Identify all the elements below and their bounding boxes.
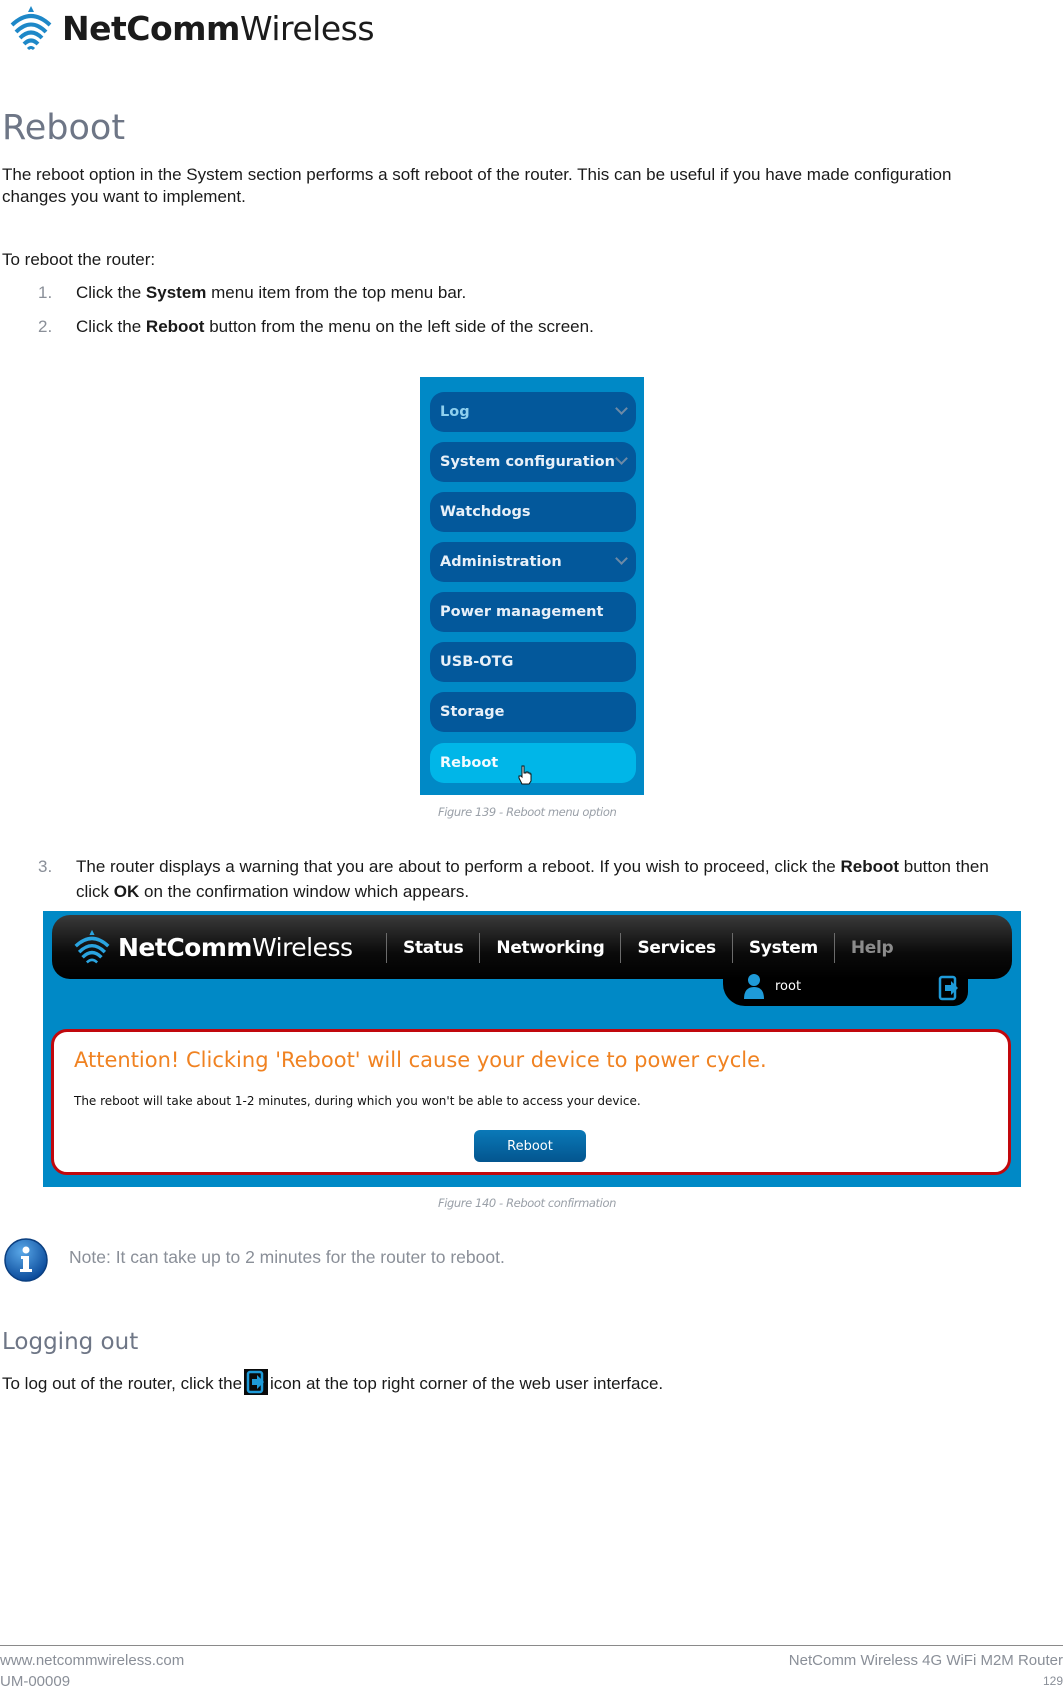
menu-item-power-management[interactable]: Power management: [430, 592, 636, 632]
footer-website: www.netcommwireless.com: [0, 1652, 185, 1669]
nav-divider: [386, 933, 387, 963]
chevron-down-icon: [615, 552, 628, 565]
user-icon: [744, 974, 764, 999]
logout-icon: [244, 1369, 269, 1395]
step-3: 3. The router displays a warning that you…: [38, 857, 989, 876]
nav-help[interactable]: Help: [851, 938, 894, 958]
wifi-logo-icon: [10, 6, 52, 51]
chevron-down-icon: [615, 402, 628, 415]
page-number: 129: [1042, 1674, 1063, 1688]
menu-item-reboot[interactable]: Reboot: [430, 743, 636, 785]
chevron-down-icon: [615, 452, 628, 465]
ui-term-reboot: Reboot: [145, 317, 205, 336]
nav-divider: [833, 933, 835, 963]
nav-divider: [620, 933, 622, 963]
section-heading-logging-out: Logging out: [2, 1329, 139, 1355]
menu-item-log[interactable]: Log: [430, 392, 636, 432]
ui-term-reboot: Reboot: [840, 857, 900, 876]
figure-139-caption: Figure 139 - Reboot menu option: [438, 805, 617, 819]
nav-divider: [479, 933, 481, 963]
reboot-alert-panel: Attention! Clicking 'Reboot' will cause …: [51, 1029, 1011, 1175]
username: root: [775, 978, 802, 994]
menu-item-watchdogs[interactable]: Watchdogs: [430, 492, 636, 532]
figure-reboot-menu: Log System configuration Watchdogs Admin…: [420, 377, 644, 795]
intro-line-1: The reboot option in the System section …: [2, 165, 952, 184]
ui-term-ok: OK: [113, 882, 140, 901]
nav-status[interactable]: Status: [403, 938, 464, 958]
step-2: 2. Click the Reboot button from the menu …: [38, 317, 594, 336]
step-1: 1. Click the System menu item from the to…: [38, 283, 467, 302]
section-heading-reboot: Reboot: [2, 108, 126, 148]
menu-item-system-configuration[interactable]: System configuration: [430, 442, 636, 482]
footer-doc-id: UM-00009: [0, 1673, 71, 1690]
footer-divider: [0, 1645, 1063, 1646]
footer-product: NetComm Wireless 4G WiFi M2M Router: [788, 1652, 1063, 1669]
wifi-logo-icon: [74, 929, 110, 964]
brand-logo: NetCommWireless: [8, 2, 375, 54]
nav-networking[interactable]: Networking: [496, 938, 604, 958]
menu-item-usb-otg[interactable]: USB-OTG: [430, 642, 636, 682]
ui-term-system: System: [145, 283, 207, 302]
reboot-button[interactable]: Reboot: [474, 1130, 586, 1162]
nav-divider: [731, 933, 733, 963]
router-logo: NetCommWireless: [72, 929, 353, 965]
alert-description: The reboot will take about 1-2 minutes, …: [74, 1094, 641, 1108]
steps-lead: To reboot the router:: [2, 250, 156, 269]
note-text: Note: It can take up to 2 minutes for th…: [69, 1247, 505, 1267]
user-info: root: [743, 973, 801, 999]
intro-line-2: changes you want to implement.: [2, 187, 246, 206]
figure-reboot-confirmation: NetCommWireless Status Networking Servic…: [43, 911, 1021, 1187]
menu-item-storage[interactable]: Storage: [430, 692, 636, 732]
logout-icon[interactable]: [938, 975, 960, 1001]
hand-cursor-icon: [518, 765, 532, 785]
menu-item-administration[interactable]: Administration: [430, 542, 636, 582]
router-top-bar: NetCommWireless Status Networking Servic…: [52, 915, 1012, 979]
alert-title: Attention! Clicking 'Reboot' will cause …: [74, 1048, 767, 1072]
router-nav: Status Networking Services System Help: [370, 933, 894, 963]
logout-instruction: To log out of the router, click the icon…: [2, 1369, 663, 1399]
info-icon: [4, 1238, 48, 1282]
figure-140-caption: Figure 140 - Reboot confirmation: [438, 1196, 616, 1210]
step-3-line-2: click OK on the confirmation window whic…: [76, 882, 470, 901]
brand-wordmark: NetCommWireless: [62, 8, 375, 48]
nav-system[interactable]: System: [749, 938, 818, 958]
nav-services[interactable]: Services: [637, 938, 716, 958]
